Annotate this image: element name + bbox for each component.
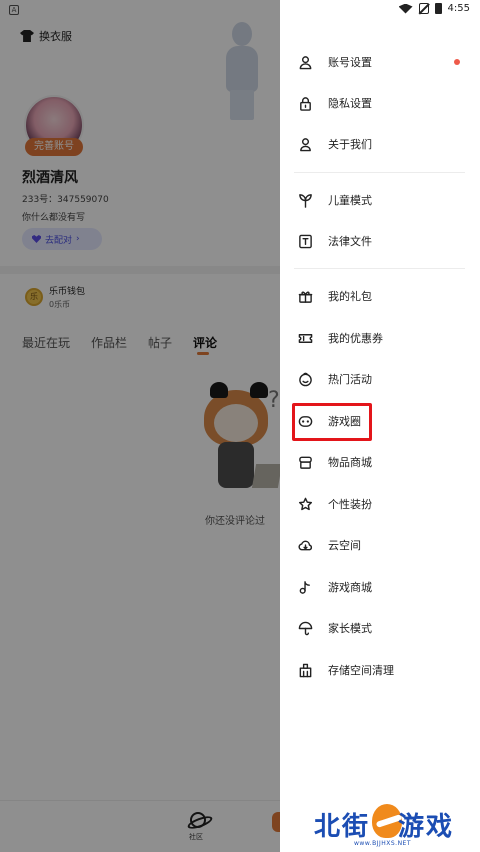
lock-icon: [300, 97, 311, 111]
drawer-scrim[interactable]: [0, 0, 280, 852]
broom-icon: [299, 663, 312, 678]
document-icon: [299, 234, 312, 249]
user-icon: [299, 56, 312, 70]
site-watermark: 北街 游戏 www.BJJHXS.NET: [314, 802, 476, 852]
menu-label: 存储空间清理: [328, 664, 394, 677]
sprout-icon: [299, 194, 312, 208]
menu-kids-mode[interactable]: 儿童模式: [280, 185, 480, 217]
about-icon: [300, 138, 311, 152]
menu-label: 法律文件: [328, 235, 372, 248]
mute-icon: [418, 3, 429, 14]
menu-account-settings[interactable]: 账号设置: [280, 47, 480, 79]
menu-cloud-space[interactable]: 云空间: [280, 530, 480, 562]
menu-about-us[interactable]: 关于我们: [280, 129, 480, 161]
menu-label: 游戏商城: [328, 581, 372, 594]
status-time: 4:55: [447, 3, 470, 14]
menu-label: 隐私设置: [328, 97, 372, 110]
menu-label: 物品商城: [328, 456, 372, 469]
menu-parent-mode[interactable]: 家长模式: [280, 613, 480, 645]
menu-label: 个性装扮: [328, 498, 372, 511]
menu-storage-cleanup[interactable]: 存储空间清理: [280, 655, 480, 687]
gift-icon: [298, 291, 313, 303]
status-bar: 4:55: [398, 3, 470, 14]
notification-dot: [454, 59, 460, 65]
menu-game-store[interactable]: 游戏商城: [280, 572, 480, 604]
umbrella-icon: [298, 621, 313, 636]
menu-my-coupons[interactable]: 我的优惠券: [280, 323, 480, 355]
watermark-text-right: 游戏: [398, 812, 455, 842]
menu-label: 云空间: [328, 539, 361, 552]
side-drawer: 4:55 账号设置 隐私设置 关于我们 儿童模式 法律文件 我的礼包 我的优惠券…: [280, 0, 480, 852]
watermark-text-left: 北街: [314, 812, 371, 842]
smile-icon: [299, 372, 312, 387]
watermark-url: www.BJJHXS.NET: [354, 840, 412, 847]
menu-label: 关于我们: [328, 138, 372, 151]
menu-my-gifts[interactable]: 我的礼包: [280, 281, 480, 313]
ticket-icon: [298, 334, 313, 343]
menu-label: 儿童模式: [328, 194, 372, 207]
menu-label: 热门活动: [328, 373, 372, 386]
menu-item-shop[interactable]: 物品商城: [280, 447, 480, 479]
wifi-icon: [398, 3, 413, 14]
menu-label: 我的优惠券: [328, 332, 383, 345]
menu-privacy-settings[interactable]: 隐私设置: [280, 88, 480, 120]
menu-label: 我的礼包: [328, 290, 372, 303]
menu-divider: [294, 172, 465, 173]
menu-label: 家长模式: [328, 622, 372, 635]
menu-personal-dressup[interactable]: 个性装扮: [280, 489, 480, 521]
highlight-box: [292, 403, 372, 441]
menu-label: 账号设置: [328, 56, 372, 69]
star-icon: [298, 497, 313, 511]
menu-legal-documents[interactable]: 法律文件: [280, 226, 480, 258]
menu-divider: [294, 268, 465, 269]
cloud-icon: [298, 540, 313, 551]
music-note-icon: [299, 581, 310, 594]
battery-icon: [434, 3, 442, 14]
menu-hot-events[interactable]: 热门活动: [280, 364, 480, 396]
shop-icon: [299, 456, 312, 469]
